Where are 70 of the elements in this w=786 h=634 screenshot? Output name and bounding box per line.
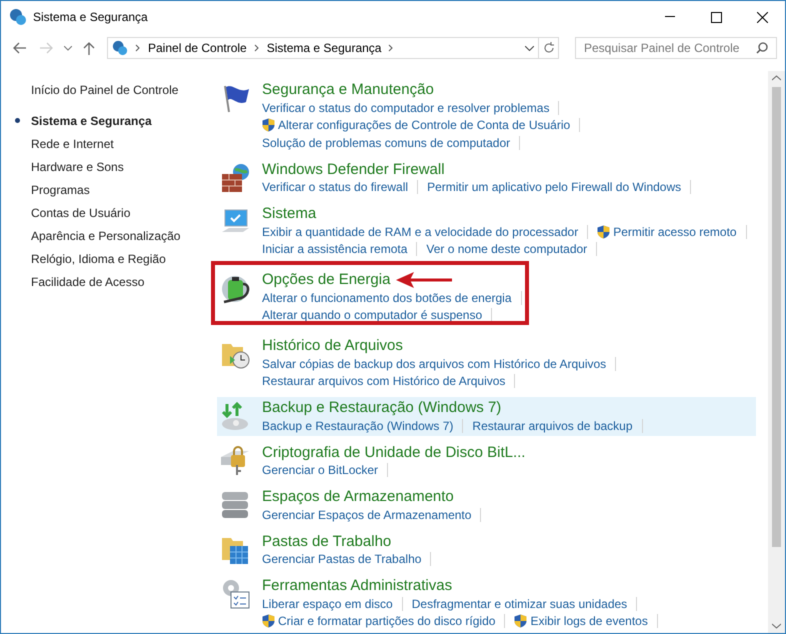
scrollbar-thumb[interactable] xyxy=(772,87,781,547)
maximize-icon xyxy=(710,12,722,22)
category-title-link[interactable]: Ferramentas Administrativas xyxy=(262,576,452,595)
task-link[interactable]: Permitir acesso remoto xyxy=(597,222,737,241)
shield-icon xyxy=(514,614,528,628)
address-bar[interactable]: Painel de Controle Sistema e Segurança xyxy=(107,37,559,59)
task-link[interactable]: Criar e formatar partições do disco rígido xyxy=(262,612,496,630)
scrollbar[interactable] xyxy=(768,71,785,633)
up-arrow-icon xyxy=(83,42,95,54)
category-title-link[interactable]: Opções de Energia xyxy=(262,270,390,289)
search-icon xyxy=(756,42,768,54)
task-link[interactable]: Alterar configurações de Controle de Conta de Usuário xyxy=(262,116,570,134)
forward-arrow-icon xyxy=(39,42,53,54)
sidebar-link[interactable]: Programas xyxy=(31,180,90,198)
sidebar-link[interactable]: Hardware e Sons xyxy=(31,158,124,176)
task-link[interactable]: Permitir um aplicativo pelo Firewall do Windows xyxy=(427,178,682,196)
stacked-drives-icon xyxy=(219,489,251,521)
category-title-link[interactable]: Pastas de Trabalho xyxy=(262,532,392,550)
shield-icon xyxy=(597,224,610,239)
back-arrow-icon xyxy=(13,42,27,54)
task-link[interactable]: Liberar espaço em disco xyxy=(262,594,393,613)
selected-bullet xyxy=(15,118,20,123)
task-link[interactable]: Salvar cópias de backup dos arquivos com Histórico de Arquivos xyxy=(262,354,606,373)
category-title-link[interactable]: Sistema xyxy=(262,204,316,223)
sidebar-link[interactable]: Rede e Internet xyxy=(31,134,114,152)
task-link[interactable]: Alterar o funcionamento dos botões de energia xyxy=(262,288,512,307)
disc-arrows-icon xyxy=(219,400,251,432)
task-link[interactable]: Exibir a quantidade de RAM e a velocidade do processador xyxy=(262,222,578,241)
task-link[interactable]: Verificar o status do computador e resolver problemas xyxy=(262,98,550,117)
task-link[interactable]: Exibir logs de eventos xyxy=(514,612,648,630)
task-link[interactable]: Restaurar arquivos de backup xyxy=(472,416,633,435)
window-title: Sistema e Segurança xyxy=(33,9,148,26)
shield-icon xyxy=(262,118,275,132)
category-title-link[interactable]: Histórico de Arquivos xyxy=(262,336,403,355)
category-title-link[interactable]: Criptografia de Unidade de Disco BitL... xyxy=(262,442,526,462)
task-link[interactable]: Alterar quando o computador é suspenso xyxy=(262,306,482,324)
task-link[interactable]: Gerenciar o BitLocker xyxy=(262,461,378,480)
breadcrumb[interactable]: Sistema e Segurança xyxy=(266,39,382,57)
drive-padlock-icon xyxy=(219,444,251,476)
category-title-link[interactable]: Windows Defender Firewall xyxy=(262,160,445,178)
task-link[interactable]: Ver o nome deste computador xyxy=(426,240,588,258)
category-title-link[interactable]: Espaços de Armazenamento xyxy=(262,487,454,506)
sidebar-link[interactable]: Facilidade de Acesso xyxy=(31,272,144,290)
sidebar-link[interactable]: Início do Painel de Controle xyxy=(15,81,209,99)
task-link[interactable]: Backup e Restauração (Windows 7) xyxy=(262,416,454,435)
sidebar-link[interactable]: Contas de Usuário xyxy=(31,204,130,222)
sidebar-link[interactable]: Aparência e Personalização xyxy=(31,226,180,244)
category-title-link[interactable]: Backup e Restauração (Windows 7) xyxy=(262,398,502,417)
sidebar-link[interactable]: Sistema e Segurança xyxy=(31,112,152,130)
category-title-link[interactable]: Segurança e Manutenção xyxy=(262,80,434,99)
minimize-icon xyxy=(665,16,675,18)
control-panel-icon xyxy=(112,40,128,56)
refresh-icon xyxy=(542,42,554,54)
close-icon xyxy=(756,12,768,22)
task-link[interactable]: Verificar o status do firewall xyxy=(262,178,408,196)
task-link[interactable]: Solução de problemas comuns de computador xyxy=(262,134,510,152)
shield-icon xyxy=(262,614,275,628)
search-field[interactable]: Pesquisar Painel de Controle xyxy=(575,37,777,59)
task-link[interactable]: Desfragmentar e otimizar suas unidades xyxy=(412,594,628,613)
task-link[interactable]: Gerenciar Pastas de Trabalho xyxy=(262,550,422,568)
task-link[interactable]: Iniciar a assistência remota xyxy=(262,240,408,258)
sidebar-link[interactable]: Relógio, Idioma e Região xyxy=(31,250,166,268)
task-link[interactable]: Restaurar arquivos com Histórico de Arquivos xyxy=(262,372,506,390)
chevron-down-icon xyxy=(64,46,72,50)
task-link[interactable]: Gerenciar Espaços de Armazenamento xyxy=(262,506,472,524)
breadcrumb[interactable]: Painel de Controle xyxy=(148,39,247,57)
brick-wall-globe-icon xyxy=(219,162,251,194)
control-panel-icon xyxy=(9,8,27,26)
annotation-arrow xyxy=(396,272,452,288)
chevron-down-icon xyxy=(525,46,534,50)
